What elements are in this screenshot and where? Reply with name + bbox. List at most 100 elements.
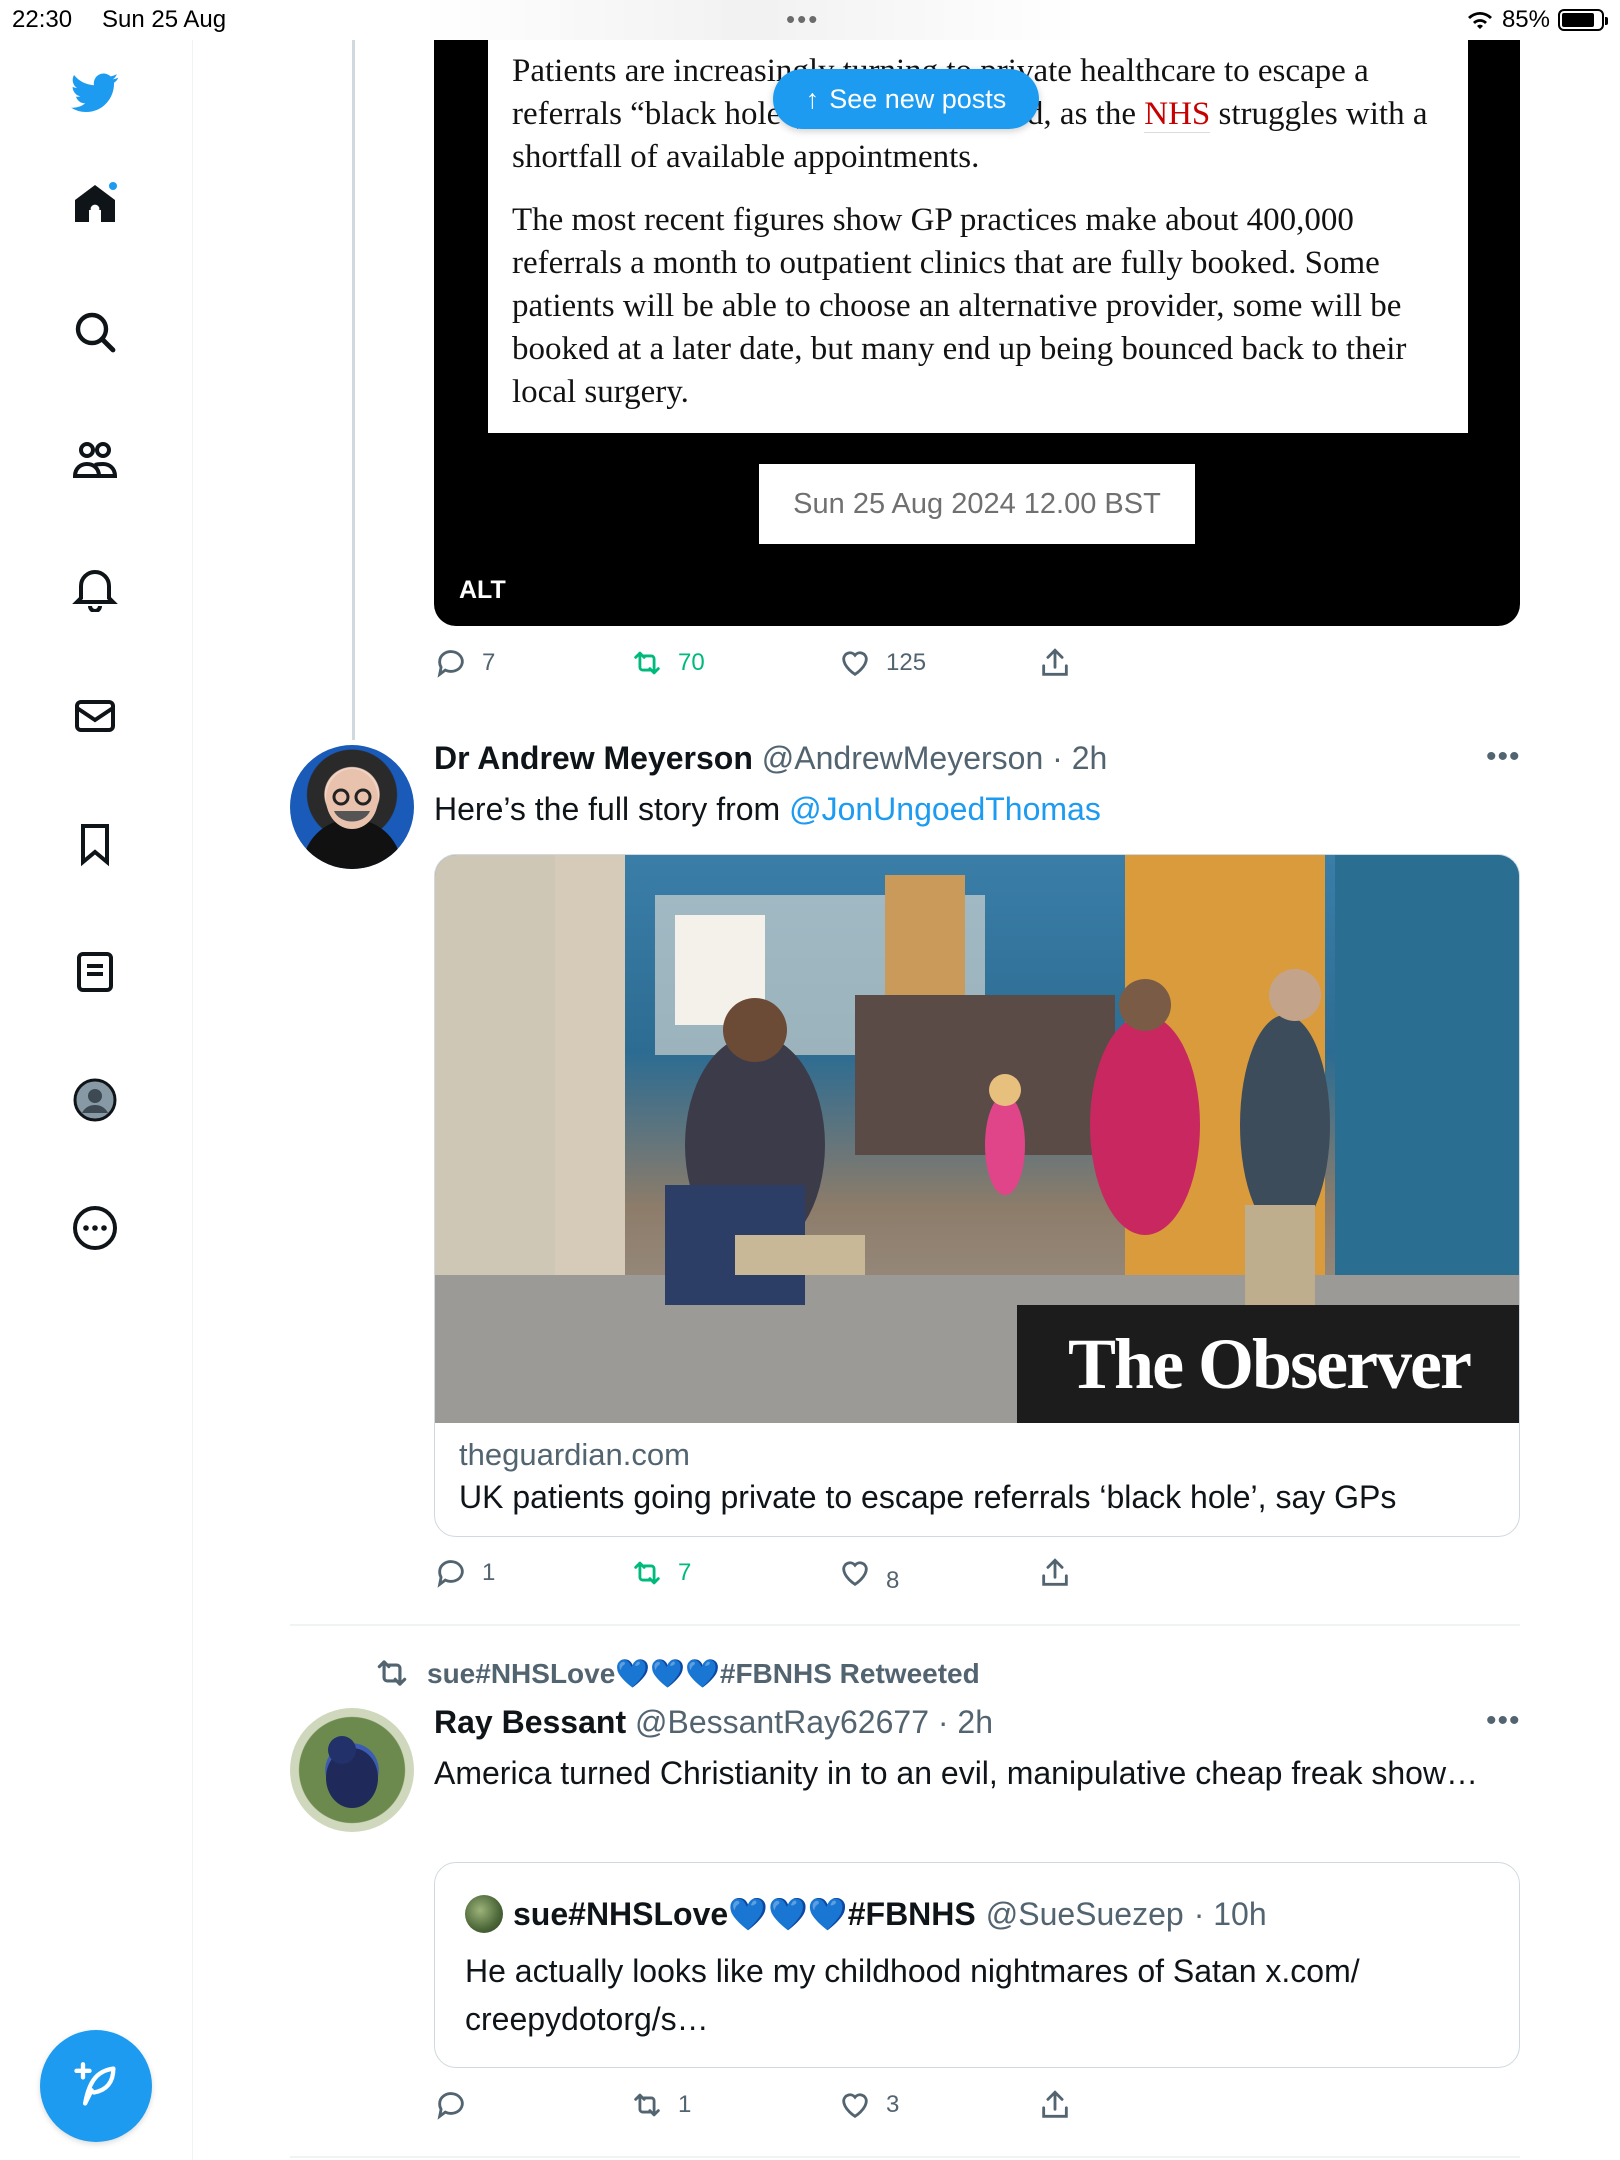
retweeted-by-line[interactable]: sue#NHSLove💙💙💙#FBNHS Retweeted (373, 1654, 980, 1692)
status-right: 85% (1466, 6, 1608, 34)
link-meta: theguardian.com UK patients going privat… (459, 1437, 1396, 1516)
tweet-header: Dr Andrew Meyerson @AndrewMeyerson · 2h (434, 740, 1107, 777)
reply-button[interactable]: 1 (434, 1556, 495, 1590)
search-icon[interactable] (65, 302, 125, 362)
reply-button[interactable]: 7 (434, 646, 495, 680)
tweet-actions: 7 70 125 (434, 646, 1114, 686)
retweet-icon (634, 651, 660, 675)
share-button[interactable] (1038, 646, 1072, 680)
bookmarks-icon[interactable] (65, 814, 125, 874)
quoted-tweet[interactable]: sue#NHSLove💙💙💙#FBNHS @SueSuezep · 10h He… (434, 1862, 1520, 2068)
sidebar (0, 40, 193, 2160)
article-photo: The Observer (435, 855, 1519, 1423)
retweet-count: 1 (678, 2091, 692, 2118)
like-button[interactable]: 8 (838, 1556, 899, 1594)
share-icon (1042, 1558, 1068, 1586)
messages-icon[interactable] (65, 686, 125, 746)
quote-display-name: sue#NHSLove💙💙💙#FBNHS (513, 1896, 976, 1932)
notifications-icon[interactable] (65, 558, 125, 618)
communities-icon[interactable] (65, 430, 125, 490)
more-dots-icon[interactable]: ••• (1486, 740, 1521, 774)
battery-icon (1558, 9, 1608, 31)
alt-badge[interactable]: ALT (459, 576, 506, 605)
tweet-divider (290, 1624, 1520, 1626)
status-date: Sun 25 Aug (102, 6, 227, 33)
reply-icon (437, 2092, 464, 2120)
quote-handle: @SueSuezep (985, 1895, 1184, 1932)
link-domain: theguardian.com (459, 1437, 690, 1472)
tweet-divider (290, 2156, 1520, 2158)
retweet-button[interactable]: 1 (630, 2088, 691, 2122)
compose-button[interactable] (40, 2030, 152, 2142)
status-time: 22:30 (12, 6, 73, 33)
like-icon (842, 651, 868, 677)
multitasking-dots-icon[interactable]: ••• (786, 4, 819, 35)
tweet-actions: 1 7 8 (434, 1556, 1114, 1596)
link-card[interactable]: The Observer theguardian.com UK patients… (434, 854, 1520, 1537)
tweet-header: Ray Bessant @BessantRay62677 · 2h (434, 1704, 993, 1741)
wifi-icon (1467, 12, 1492, 29)
retweet-button[interactable]: 7 (630, 1556, 691, 1590)
like-icon (842, 1561, 868, 1587)
article-date: Sun 25 Aug 2024 12.00 BST (759, 464, 1195, 544)
share-icon (1042, 2090, 1068, 2118)
reply-icon (437, 650, 464, 678)
avatar[interactable] (290, 745, 414, 869)
quote-time: · 10h (1193, 1895, 1267, 1932)
reply-count: 7 (482, 649, 496, 676)
avatar-dog-icon (326, 1736, 378, 1808)
status-bar: 22:30 Sun 25 Aug ••• 85% (0, 0, 1620, 40)
like-icon (842, 2093, 868, 2119)
battery-percent: 85% (1501, 6, 1550, 33)
thread-connector (352, 40, 355, 740)
tweet-text: Here’s the full story from @JonUngoedTho… (434, 786, 1101, 832)
observer-logo: The Observer (1017, 1305, 1519, 1423)
tweet-time[interactable]: · 2h (1052, 740, 1107, 776)
twitter-bird-icon[interactable] (65, 62, 125, 122)
tweet-text: America turned Christianity in to an evi… (434, 1755, 1479, 1791)
reply-button[interactable] (434, 2088, 482, 2122)
avatar[interactable] (290, 1708, 414, 1832)
reply-icon (437, 1560, 464, 1588)
quote-avatar (465, 1895, 503, 1933)
profile-icon[interactable] (65, 1070, 125, 1130)
lists-icon[interactable] (65, 942, 125, 1002)
share-button[interactable] (1038, 1556, 1072, 1590)
compose-icon (74, 2062, 116, 2106)
like-button[interactable]: 125 (838, 646, 926, 680)
retweet-count: 70 (678, 649, 705, 676)
display-name[interactable]: Dr Andrew Meyerson (434, 740, 753, 776)
link-title: UK patients going private to escape refe… (459, 1479, 1397, 1515)
user-handle[interactable]: @BessantRay62677 (635, 1704, 929, 1740)
reply-count: 1 (482, 1559, 496, 1586)
retweet-icon (634, 1561, 660, 1585)
arrow-up-icon: ↑ (805, 83, 820, 114)
home-icon[interactable] (65, 174, 125, 234)
see-new-posts-button[interactable]: ↑ See new posts (773, 69, 1039, 129)
article-nhs-link: NHS (1144, 96, 1211, 133)
like-count: 3 (886, 2091, 900, 2118)
more-icon[interactable] (65, 1198, 125, 1258)
more-dots-icon[interactable]: ••• (1486, 1704, 1521, 1738)
quote-text: He actually looks like my childhood nigh… (465, 1953, 1360, 2037)
display-name[interactable]: Ray Bessant (434, 1704, 626, 1740)
share-icon (1042, 648, 1068, 676)
share-button[interactable] (1038, 2088, 1072, 2122)
retweet-icon (634, 2093, 660, 2117)
article-text-2: The most recent figures show GP practice… (512, 202, 1407, 410)
tweet-text-body: Here’s the full story from (434, 791, 790, 827)
avatar-face-icon (302, 769, 402, 869)
retweet-count: 7 (678, 1559, 692, 1586)
tweet-time[interactable]: · 2h (938, 1704, 993, 1740)
retweeted-by-label: sue#NHSLove💙💙💙#FBNHS Retweeted (427, 1657, 980, 1689)
tweet-actions: 1 3 (434, 2088, 1114, 2128)
like-count: 125 (886, 649, 927, 676)
mention-link[interactable]: @JonUngoedThomas (789, 791, 1101, 827)
retweet-button[interactable]: 70 (630, 646, 705, 680)
retweet-icon (377, 1660, 407, 1686)
quote-header: sue#NHSLove💙💙💙#FBNHS @SueSuezep · 10h (465, 1895, 1267, 1933)
see-new-posts-label: See new posts (829, 83, 1007, 114)
like-button[interactable]: 3 (838, 2088, 899, 2122)
like-count: 8 (886, 1567, 900, 1594)
user-handle[interactable]: @AndrewMeyerson (762, 740, 1043, 776)
